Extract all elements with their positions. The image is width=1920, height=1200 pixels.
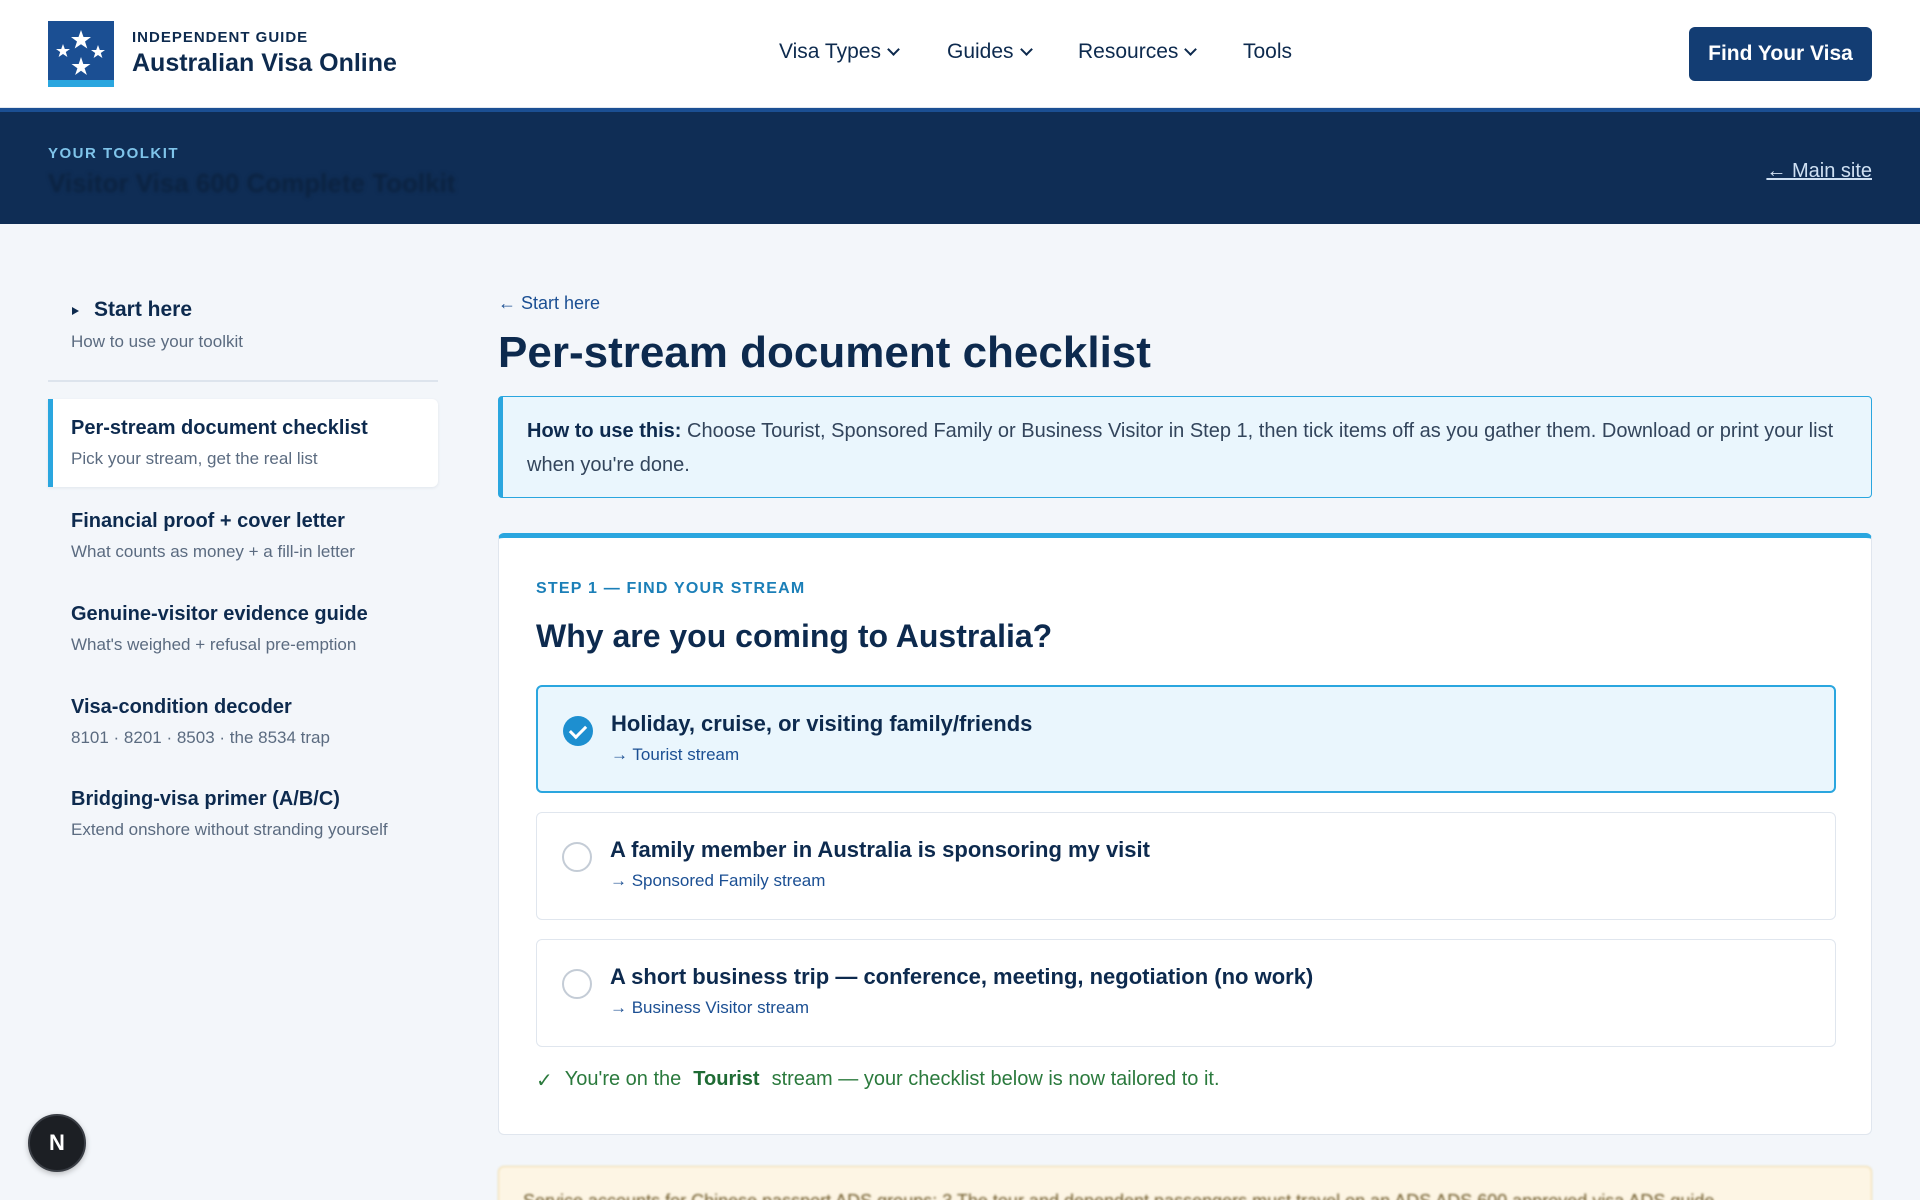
how-to-callout: How to use this: Choose Tourist, Sponsor…: [498, 396, 1872, 498]
how-to-text: Choose Tourist, Sponsored Family or Busi…: [527, 420, 1834, 476]
notice-banner: Service accounts for Chinese passport AD…: [498, 1166, 1872, 1200]
radio-unchecked-icon[interactable]: [562, 969, 592, 999]
back-to-start-link[interactable]: ← Start here: [498, 293, 600, 314]
site-header: INDEPENDENT GUIDE Australian Visa Online…: [0, 0, 1920, 108]
option-sponsored-family[interactable]: A family member in Australia is sponsori…: [536, 812, 1836, 920]
confirm-stream: Tourist: [693, 1068, 760, 1090]
sidebar-item-subtitle: Extend onshore without stranding yoursel…: [71, 820, 388, 839]
sidebar-item-title: Per-stream document checklist: [71, 417, 368, 439]
nav-label: Guides: [947, 40, 1014, 63]
sidebar-item-financial-proof[interactable]: Financial proof + cover letter What coun…: [48, 492, 438, 580]
stream-selector-card: STEP 1 — FIND YOUR STREAM Why are you co…: [498, 533, 1872, 1135]
radio-unchecked-icon[interactable]: [562, 842, 592, 872]
find-your-visa-button[interactable]: Find Your Visa: [1689, 27, 1872, 81]
triangle-right-icon: [72, 307, 79, 315]
chevron-down-icon: [887, 42, 900, 56]
brand-name[interactable]: Australian Visa Online: [132, 49, 397, 78]
option-title: A short business trip — conference, meet…: [610, 964, 1314, 989]
nav-resources[interactable]: Resources: [1078, 40, 1198, 64]
southern-cross-stars-icon[interactable]: [48, 21, 114, 87]
floating-action-button[interactable]: N: [28, 1114, 86, 1172]
step-kicker: STEP 1 — FIND YOUR STREAM: [536, 580, 806, 597]
how-to-label: How to use this:: [527, 420, 682, 442]
chevron-down-icon: [1184, 42, 1198, 56]
option-title: Holiday, cruise, or visiting family/frie…: [611, 711, 1033, 736]
toolkit-title: Visitor Visa 600 Complete Toolkit: [48, 168, 456, 198]
nav-label: Resources: [1078, 40, 1179, 63]
toolkit-banner: YOUR TOOLKIT Visitor Visa 600 Complete T…: [0, 108, 1920, 224]
brand-tagline: INDEPENDENT GUIDE: [132, 29, 309, 46]
sidebar-item-title: Start here: [94, 298, 193, 321]
nav-visa-types[interactable]: Visa Types: [779, 40, 900, 64]
chevron-down-icon: [1019, 42, 1033, 56]
nav-tools[interactable]: Tools: [1243, 40, 1292, 64]
sidebar-item-title: Genuine-visitor evidence guide: [71, 603, 368, 625]
confirm-after: stream — your checklist below is now tai…: [771, 1068, 1220, 1090]
sidebar-item-subtitle: What counts as money + a fill-in letter: [71, 542, 355, 561]
step-question: Why are you coming to Australia?: [536, 618, 1053, 654]
page-title: Per-stream document checklist: [498, 328, 1151, 377]
main-site-link[interactable]: ← Main site: [1766, 160, 1872, 183]
confirm-before: You're on the: [564, 1068, 682, 1090]
nav-guides[interactable]: Guides: [947, 40, 1033, 64]
sidebar-item-subtitle: 8101 · 8201 · 8503 · the 8534 trap: [71, 728, 330, 747]
sidebar-divider: [48, 380, 438, 382]
checkmark-icon: ✓: [536, 1070, 553, 1092]
sidebar-item-title: Visa-condition decoder: [71, 696, 292, 718]
sidebar-item-title: Financial proof + cover letter: [71, 510, 345, 532]
sidebar-item-condition-decoder[interactable]: Visa-condition decoder 8101 · 8201 · 850…: [48, 678, 438, 766]
stream-confirmation: ✓ You're on the Tourist stream — your ch…: [536, 1068, 1220, 1093]
option-stream: → Sponsored Family stream: [610, 871, 826, 890]
radio-checked-icon[interactable]: [563, 716, 593, 746]
option-stream: → Tourist stream: [611, 745, 740, 764]
sidebar-item-bridging-visa[interactable]: Bridging-visa primer (A/B/C) Extend onsh…: [48, 770, 438, 858]
option-business-visitor[interactable]: A short business trip — conference, meet…: [536, 939, 1836, 1047]
option-tourist[interactable]: Holiday, cruise, or visiting family/frie…: [536, 685, 1836, 793]
option-title: A family member in Australia is sponsori…: [610, 837, 1150, 862]
sidebar-item-title: Bridging-visa primer (A/B/C): [71, 788, 340, 810]
option-stream: → Business Visitor stream: [610, 998, 810, 1017]
sidebar-item-subtitle: How to use your toolkit: [71, 332, 243, 351]
toolkit-kicker: YOUR TOOLKIT: [48, 145, 180, 162]
sidebar-item-genuine-visitor[interactable]: Genuine-visitor evidence guide What's we…: [48, 585, 438, 673]
sidebar-item-subtitle: Pick your stream, get the real list: [71, 449, 318, 468]
sidebar-item-subtitle: What's weighed + refusal pre-emption: [71, 635, 357, 654]
sidebar-item-document-checklist[interactable]: Per-stream document checklist Pick your …: [48, 399, 438, 487]
nav-label: Tools: [1243, 40, 1293, 63]
nav-label: Visa Types: [779, 40, 881, 63]
